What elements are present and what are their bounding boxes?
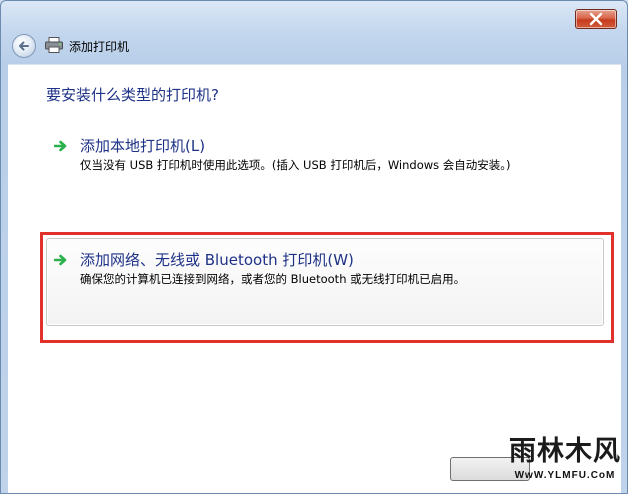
- back-button[interactable]: [12, 34, 36, 58]
- green-arrow-icon: [54, 140, 67, 152]
- option-title[interactable]: 添加本地打印机(L): [80, 135, 205, 156]
- watermark-url: WwW.YLMFU.CoM: [514, 470, 616, 481]
- option-description: 仅当没有 USB 打印机时使用此选项。(插入 USB 打印机后，Windows …: [80, 158, 511, 172]
- printer-icon: [45, 37, 63, 53]
- add-printer-window: 添加打印机 要安装什么类型的打印机? 添加本地打印机(L) 仅当没有 USB 打…: [0, 0, 628, 494]
- watermark-brand: 雨林木风: [509, 436, 621, 467]
- window-title: 添加打印机: [69, 40, 130, 54]
- page-question: 要安装什么类型的打印机?: [46, 86, 219, 104]
- back-arrow-icon: [19, 41, 29, 51]
- site-watermark: 雨林木风 WwW.YLMFU.CoM: [501, 421, 627, 493]
- close-button[interactable]: [575, 9, 617, 29]
- highlight-annotation-frame: [40, 232, 614, 343]
- close-icon: [589, 12, 603, 26]
